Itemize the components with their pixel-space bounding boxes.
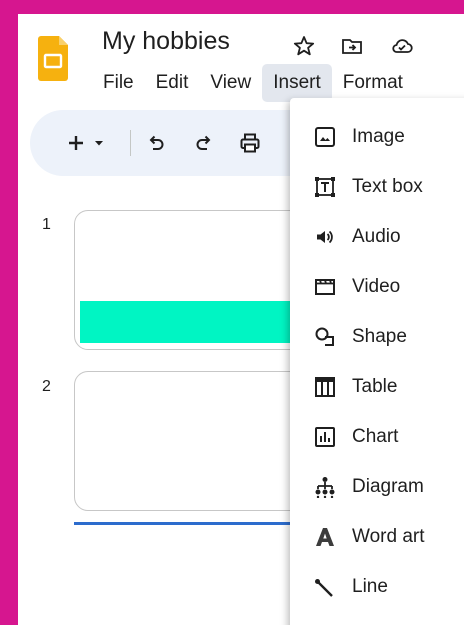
menu-file[interactable]: File xyxy=(92,64,145,102)
insert-menu-item-video[interactable]: Video xyxy=(290,262,464,312)
image-icon xyxy=(314,126,336,148)
text-box-icon xyxy=(314,176,336,198)
cloud-saved-icon[interactable] xyxy=(390,34,414,58)
menu-item-label: Image xyxy=(352,126,405,147)
slide-thumbnail-1[interactable] xyxy=(74,210,316,350)
menu-item-label: Diagram xyxy=(352,476,424,497)
star-icon[interactable] xyxy=(292,34,316,58)
insert-menu-item-line[interactable]: Line xyxy=(290,562,464,612)
document-title[interactable]: My hobbies xyxy=(102,27,230,56)
toolbar-divider xyxy=(130,130,131,156)
insert-menu-item-audio[interactable]: Audio xyxy=(290,212,464,262)
menu-item-label: Word art xyxy=(352,526,425,547)
table-icon xyxy=(314,376,336,398)
menu-edit[interactable]: Edit xyxy=(145,64,200,102)
menu-item-label: Shape xyxy=(352,326,407,347)
insert-menu-item-chart[interactable]: Chart xyxy=(290,412,464,462)
insert-menu-item-image[interactable]: Image xyxy=(290,112,464,162)
menu-item-label: Text box xyxy=(352,176,423,197)
layout-dropdown-icon[interactable] xyxy=(92,131,106,155)
menu-view[interactable]: View xyxy=(199,64,262,102)
insert-menu-dropdown: Image Text box Audio Video Shape Table C… xyxy=(290,98,464,625)
undo-icon[interactable] xyxy=(144,131,168,155)
menu-bar: File Edit View Insert Format xyxy=(92,64,414,102)
insert-menu-item-text-box[interactable]: Text box xyxy=(290,162,464,212)
insert-menu-item-table[interactable]: Table xyxy=(290,362,464,412)
menu-format[interactable]: Format xyxy=(332,64,414,102)
move-to-folder-icon[interactable] xyxy=(340,34,364,58)
slide-number: 2 xyxy=(42,378,51,395)
chart-icon xyxy=(314,426,336,448)
insert-menu-item-diagram[interactable]: Diagram xyxy=(290,462,464,512)
slide-thumbnail-2[interactable] xyxy=(74,371,316,511)
menu-item-label: Audio xyxy=(352,226,401,247)
insert-menu-item-shape[interactable]: Shape xyxy=(290,312,464,362)
menu-item-label: Table xyxy=(352,376,398,397)
print-icon[interactable] xyxy=(238,131,262,155)
app-window: My hobbies File Edit View Insert Format xyxy=(18,14,464,625)
menu-item-label: Chart xyxy=(352,426,399,447)
menu-item-label: Video xyxy=(352,276,401,297)
new-slide-plus-icon[interactable] xyxy=(64,131,88,155)
video-icon xyxy=(314,276,336,298)
word-art-icon xyxy=(314,526,336,548)
shape-icon xyxy=(314,326,336,348)
menu-insert[interactable]: Insert xyxy=(262,64,332,102)
redo-icon[interactable] xyxy=(192,131,216,155)
diagram-icon xyxy=(314,476,336,498)
line-icon xyxy=(314,576,336,598)
selection-indicator xyxy=(74,522,314,525)
slide-number: 1 xyxy=(42,216,51,233)
audio-icon xyxy=(314,226,336,248)
slide-accent-band xyxy=(80,301,315,343)
menu-item-label: Line xyxy=(352,576,388,597)
slides-logo-icon[interactable] xyxy=(38,36,68,81)
insert-menu-item-word-art[interactable]: Word art xyxy=(290,512,464,562)
